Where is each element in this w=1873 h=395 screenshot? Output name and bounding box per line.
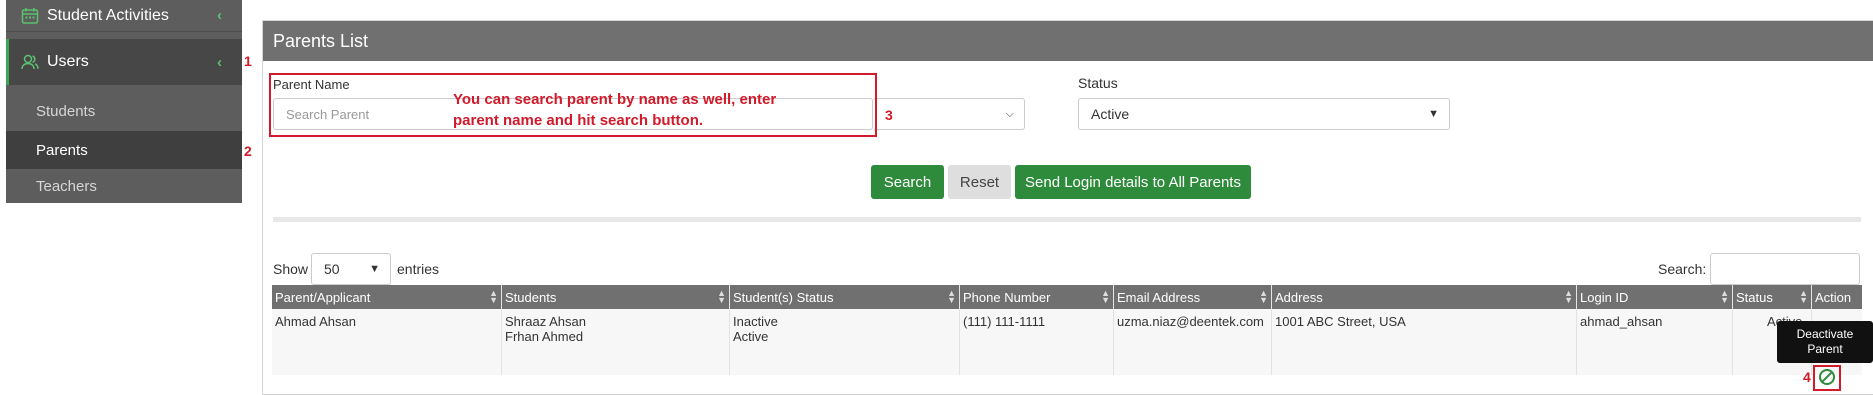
callout-line: parent name and hit search button.	[453, 112, 704, 129]
table-search-input[interactable]	[1710, 253, 1860, 285]
status-label: Status	[1078, 75, 1118, 91]
status-select[interactable]: Active ▼	[1078, 98, 1450, 130]
divider	[273, 217, 1861, 222]
annotation-marker-1: 1	[244, 53, 252, 69]
column-header[interactable]: Phone Number ▲ ▼	[960, 285, 1114, 309]
entries-label: entries	[397, 261, 440, 277]
callout-line: You can search parent by name as well, e…	[453, 91, 777, 108]
reset-button[interactable]: Reset	[948, 165, 1011, 199]
sort-icon: ▲ ▼	[717, 288, 726, 305]
column-header[interactable]: Students ▲ ▼	[502, 285, 730, 309]
sidebar-item-label: Student Activities	[47, 6, 169, 24]
annotation-callout: You can search parent by name as well, e…	[453, 89, 813, 131]
table-row: Ahmad Ahsan Shraaz Ahsan Frhan Ahmed Ina…	[272, 309, 1862, 375]
chevron-down-icon: ⌵	[1005, 107, 1014, 120]
caret-down-icon: ▼	[1428, 108, 1439, 120]
cell-parent: Ahmad Ahsan	[272, 309, 502, 375]
cell-address: 1001 ABC Street, USA	[1272, 309, 1577, 375]
cell-student-status: Inactive Active	[730, 309, 960, 375]
sort-icon: ▲ ▼	[489, 288, 498, 305]
column-header[interactable]: Student(s) Status ▲ ▼	[730, 285, 960, 309]
annotation-marker-4: 4	[1803, 369, 1811, 385]
entries-select[interactable]: 50 ▼	[311, 253, 391, 285]
status-value: Active	[1091, 106, 1130, 122]
caret-down-icon: ▼	[369, 263, 380, 275]
sort-icon: ▲ ▼	[947, 288, 956, 305]
cell-login-id: ahmad_ahsan	[1577, 309, 1733, 375]
send-login-details-button[interactable]: Send Login details to All Parents	[1015, 165, 1251, 199]
sort-icon: ▲ ▼	[1564, 288, 1573, 305]
chevron-left-icon: ‹	[217, 53, 222, 71]
calendar-icon	[21, 7, 39, 25]
column-header[interactable]: Parent/Applicant ▲ ▼	[272, 285, 502, 309]
sidebar-subitem-students[interactable]: Students	[6, 92, 242, 130]
cell-students: Shraaz Ahsan Frhan Ahmed	[502, 309, 730, 375]
sidebar-item-student-activities[interactable]: Student Activities ‹	[6, 0, 242, 32]
sort-icon: ▲ ▼	[1720, 288, 1729, 305]
search-button[interactable]: Search	[871, 165, 944, 199]
column-header[interactable]: Login ID ▲ ▼	[1577, 285, 1733, 309]
chevron-left-icon: ‹	[217, 7, 222, 24]
sort-icon: ▲ ▼	[1101, 288, 1110, 305]
cell-email: uzma.niaz@deentek.com	[1114, 309, 1272, 375]
show-label: Show	[273, 261, 309, 277]
sort-icon: ▲ ▼	[1259, 288, 1268, 305]
cell-phone: (111) 111-1111	[960, 309, 1114, 375]
sidebar: Student Activities ‹ Users ‹ Students Pa…	[6, 0, 242, 203]
deactivate-parent-button[interactable]	[1813, 365, 1841, 391]
page-title: Parents List	[263, 21, 1873, 61]
filter-dropdown[interactable]: ⌵	[873, 98, 1025, 130]
column-header[interactable]: Address ▲ ▼	[1272, 285, 1577, 309]
sort-icon: ▲ ▼	[1799, 288, 1808, 305]
table-search-label: Search:	[1658, 261, 1707, 277]
deactivate-tooltip: Deactivate Parent	[1777, 321, 1873, 363]
sidebar-subitem-teachers[interactable]: Teachers	[6, 170, 242, 203]
users-icon	[21, 53, 39, 71]
ban-icon	[1818, 368, 1836, 389]
annotation-marker-2: 2	[244, 143, 252, 159]
sidebar-item-users[interactable]: Users ‹	[6, 39, 242, 85]
sidebar-subitem-parents[interactable]: Parents	[6, 131, 242, 169]
column-header[interactable]: Status ▲ ▼	[1733, 285, 1812, 309]
annotation-marker-3: 3	[885, 107, 893, 123]
sidebar-item-label: Users	[47, 53, 89, 70]
column-header: Action	[1815, 289, 1852, 305]
table-header: Parent/Applicant ▲ ▼ Students ▲ ▼ Student(s)…	[272, 285, 1862, 309]
column-header[interactable]: Email Address ▲ ▼	[1114, 285, 1272, 309]
entries-value: 50	[324, 261, 340, 277]
